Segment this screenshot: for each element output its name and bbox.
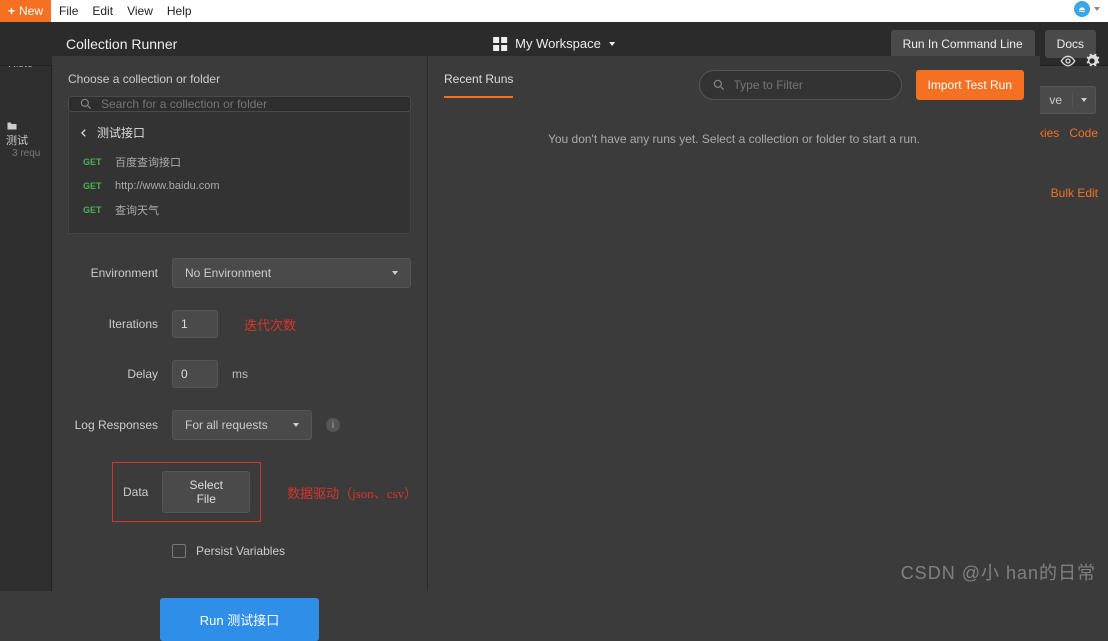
data-label: Data — [123, 485, 148, 499]
sidebar-coll-label: 测试 — [6, 135, 28, 147]
empty-message: You don't have any runs yet. Select a co… — [444, 132, 1024, 146]
page-title: Collection Runner — [16, 36, 177, 52]
log-label: Log Responses — [68, 418, 158, 432]
delay-input[interactable] — [172, 360, 218, 388]
runner-panel: Choose a collection or folder 测试接口 GET 百度… — [52, 56, 1040, 591]
avatar[interactable] — [1074, 1, 1090, 17]
sidebar-coll-sub: 3 requ — [6, 148, 45, 159]
menu-edit[interactable]: Edit — [92, 4, 113, 18]
workspace-icon — [493, 37, 507, 51]
run-button[interactable]: Run 测试接口 — [160, 598, 319, 641]
method-badge: GET — [83, 205, 107, 215]
chevron-down-icon — [392, 271, 398, 275]
delay-unit: ms — [232, 367, 248, 381]
bulk-edit-link[interactable]: Bulk Edit — [1051, 186, 1098, 200]
environment-value: No Environment — [185, 266, 271, 280]
menubar: + New File Edit View Help — [0, 0, 1108, 22]
runs-filter[interactable] — [699, 70, 902, 100]
method-badge: GET — [83, 181, 107, 191]
choose-label: Choose a collection or folder — [68, 72, 411, 86]
sidebar-collection[interactable]: 测试 3 requ — [0, 110, 51, 169]
save-button[interactable]: ve — [1038, 86, 1096, 114]
recent-runs-tab[interactable]: Recent Runs — [444, 72, 513, 98]
gear-icon[interactable] — [1084, 52, 1100, 70]
chevron-left-icon — [79, 128, 89, 138]
tree-back[interactable]: 测试接口 — [79, 120, 400, 149]
import-test-run-button[interactable]: Import Test Run — [916, 70, 1024, 100]
collection-search-input[interactable] — [101, 97, 400, 111]
save-caret[interactable] — [1072, 92, 1095, 108]
runs-filter-input[interactable] — [734, 78, 889, 92]
menu-view[interactable]: View — [127, 4, 153, 18]
annotation-data: 数据驱动（json、csv） — [287, 483, 411, 502]
menu-help[interactable]: Help — [167, 4, 192, 18]
persist-checkbox[interactable] — [172, 544, 186, 558]
tree-item-label: 查询天气 — [115, 202, 159, 218]
delay-label: Delay — [68, 367, 158, 381]
run-cmd-button[interactable]: Run In Command Line — [891, 30, 1035, 58]
collection-search[interactable] — [68, 96, 411, 112]
workspace-switcher[interactable]: My Workspace — [493, 36, 615, 51]
persist-label: Persist Variables — [196, 544, 285, 558]
chevron-down-icon — [609, 42, 615, 46]
avatar-caret-icon[interactable] — [1094, 7, 1100, 11]
iterations-input[interactable] — [172, 310, 218, 338]
select-file-button[interactable]: Select File — [162, 471, 250, 513]
search-icon — [712, 78, 726, 92]
plus-icon: + — [8, 4, 15, 18]
method-badge: GET — [83, 157, 107, 167]
sidebar: Filter Histo 测试 3 requ — [0, 22, 52, 591]
log-select[interactable]: For all requests — [172, 410, 312, 440]
cookies-link[interactable]: kies — [1038, 126, 1059, 140]
tree-item[interactable]: GET 百度查询接口 — [79, 149, 400, 175]
tree-item-label: 百度查询接口 — [115, 154, 181, 170]
tree-back-label: 测试接口 — [97, 124, 145, 141]
iterations-label: Iterations — [68, 317, 158, 331]
eye-icon[interactable] — [1060, 52, 1076, 70]
log-value: For all requests — [185, 418, 268, 432]
environment-select[interactable]: No Environment — [172, 258, 411, 288]
info-icon[interactable]: i — [326, 418, 340, 432]
new-button[interactable]: + New — [0, 0, 51, 22]
annotation-iterations: 迭代次数 — [244, 315, 296, 334]
code-link[interactable]: Code — [1069, 126, 1098, 140]
save-label: ve — [1039, 87, 1072, 113]
tree-item[interactable]: GET http://www.baidu.com — [79, 175, 400, 197]
workspace-label: My Workspace — [515, 36, 601, 51]
collection-tree: 测试接口 GET 百度查询接口 GET http://www.baidu.com G… — [68, 112, 411, 234]
folder-icon — [6, 120, 18, 132]
new-label: New — [19, 4, 43, 18]
tree-item[interactable]: GET 查询天气 — [79, 197, 400, 223]
search-icon — [79, 97, 93, 111]
tree-item-label: http://www.baidu.com — [115, 180, 220, 192]
menu-file[interactable]: File — [59, 4, 78, 18]
chevron-down-icon — [293, 423, 299, 427]
environment-label: Environment — [68, 266, 158, 280]
